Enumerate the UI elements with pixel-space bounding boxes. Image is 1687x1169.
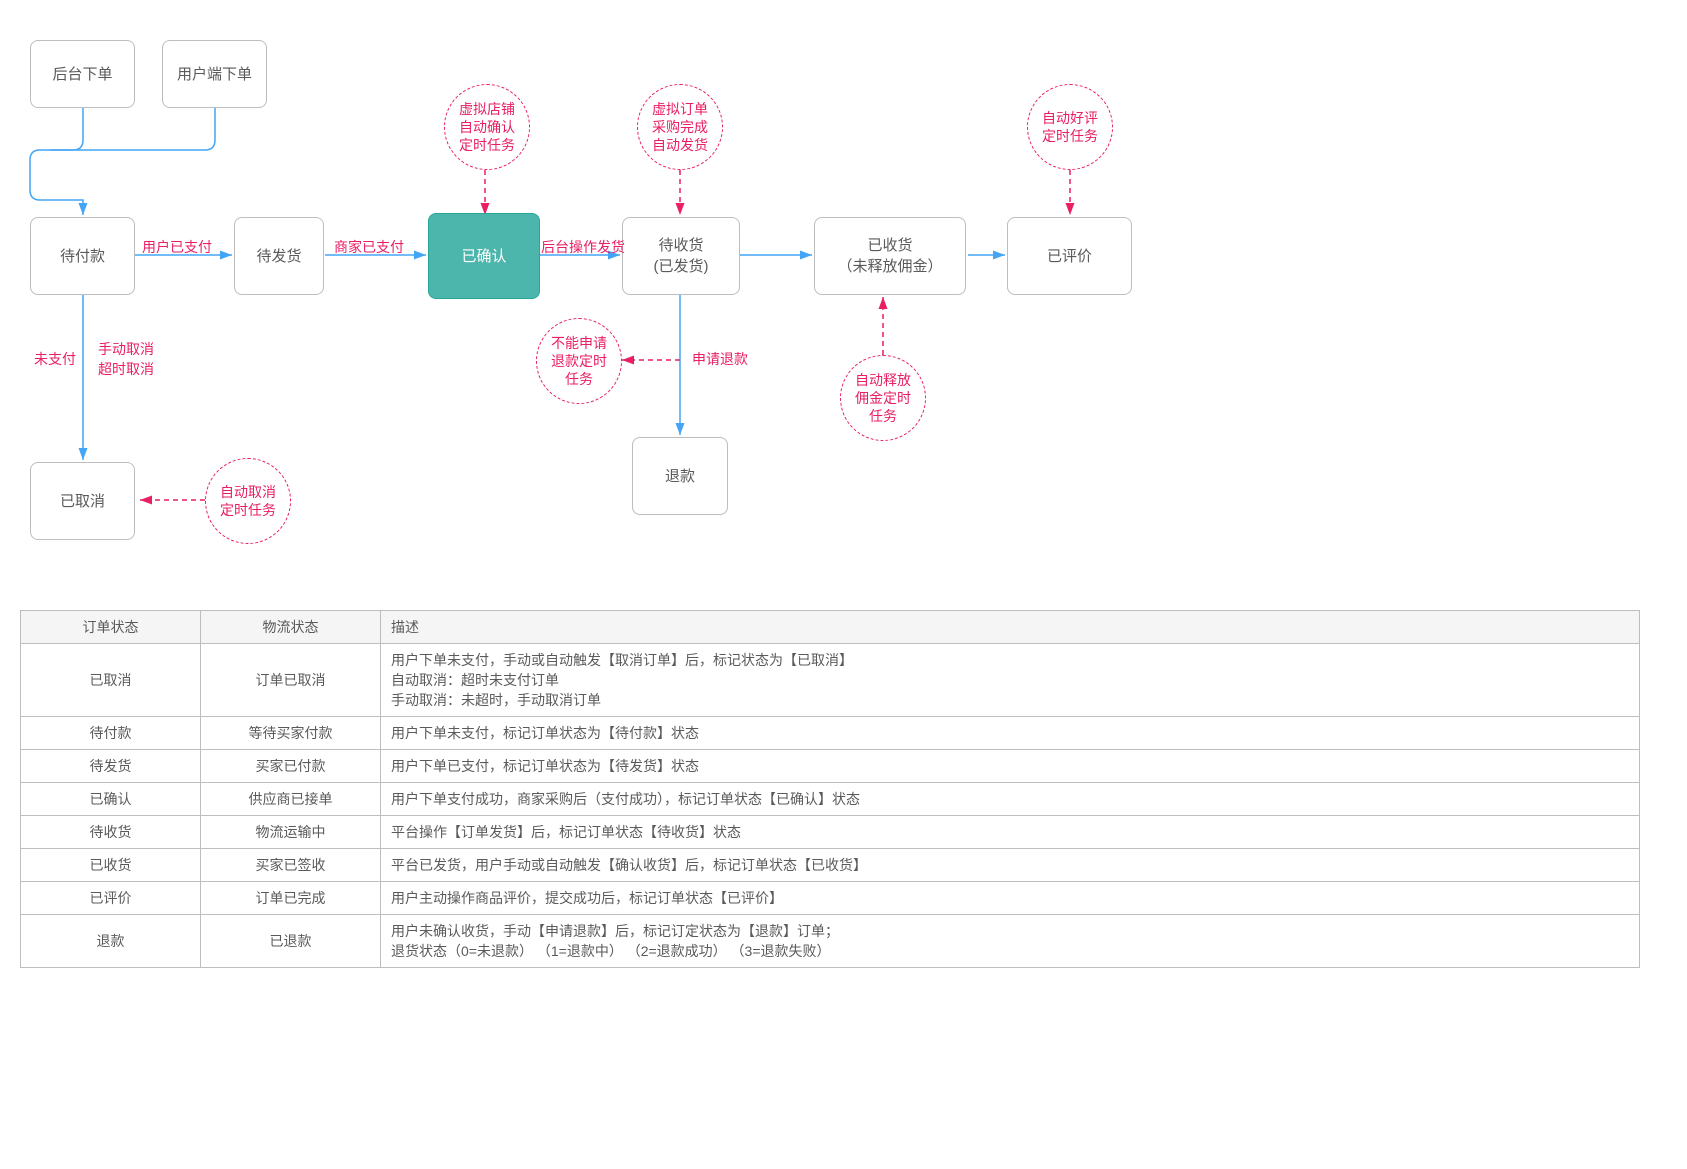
flowchart-canvas: 后台下单 用户端下单 待付款 待发货 已确认 待收货 (已发货) 已收货 （未释… [20, 20, 1670, 580]
edge-merchant-paid: 商家已支付 [334, 238, 404, 258]
cell-logistics-status: 已退款 [201, 915, 381, 968]
cell-description: 用户下单未支付，标记订单状态为【待付款】状态 [381, 717, 1640, 750]
label: 自动释放 佣金定时 任务 [855, 371, 911, 426]
node-reviewed: 已评价 [1007, 217, 1132, 295]
node-confirmed: 已确认 [428, 213, 540, 299]
label: 不能申请 退款定时 任务 [551, 334, 607, 389]
cell-description: 用户下单支付成功，商家采购后（支付成功），标记订单状态【已确认】状态 [381, 783, 1640, 816]
cell-order-status: 已取消 [21, 644, 201, 717]
cell-order-status: 待付款 [21, 717, 201, 750]
node-backend-order: 后台下单 [30, 40, 135, 108]
label: 用户端下单 [177, 64, 252, 85]
cell-logistics-status: 买家已付款 [201, 750, 381, 783]
bubble-virtual-shop-confirm: 虚拟店铺 自动确认 定时任务 [444, 84, 530, 170]
bubble-cannot-refund: 不能申请 退款定时 任务 [536, 318, 622, 404]
label: 待发货 [256, 246, 301, 267]
cell-description: 用户主动操作商品评价，提交成功后，标记订单状态【已评价】 [381, 882, 1640, 915]
edge-backend-ship: 后台操作发货 [541, 238, 625, 258]
bubble-auto-cancel: 自动取消 定时任务 [205, 458, 291, 544]
table-row: 已取消订单已取消用户下单未支付，手动或自动触发【取消订单】后，标记状态为【已取消… [21, 644, 1640, 717]
cell-logistics-status: 订单已取消 [201, 644, 381, 717]
cell-description: 平台操作【订单发货】后，标记订单状态【待收货】状态 [381, 816, 1640, 849]
cell-order-status: 待发货 [21, 750, 201, 783]
edge-user-paid: 用户已支付 [142, 238, 212, 258]
label: 后台下单 [52, 64, 112, 85]
label: 虚拟店铺 自动确认 定时任务 [459, 100, 515, 155]
cell-logistics-status: 订单已完成 [201, 882, 381, 915]
node-client-order: 用户端下单 [162, 40, 267, 108]
edge-apply-refund: 申请退款 [692, 350, 748, 370]
label: 虚拟订单 采购完成 自动发货 [652, 100, 708, 155]
cell-order-status: 已确认 [21, 783, 201, 816]
bubble-auto-review: 自动好评 定时任务 [1027, 84, 1113, 170]
th-description: 描述 [381, 611, 1640, 644]
label: 已确认 [461, 246, 506, 267]
table-row: 退款已退款用户未确认收货，手动【申请退款】后，标记订定状态为【退款】订单； 退货… [21, 915, 1640, 968]
table-row: 待发货买家已付款用户下单已支付，标记订单状态为【待发货】状态 [21, 750, 1640, 783]
table-row: 已评价订单已完成用户主动操作商品评价，提交成功后，标记订单状态【已评价】 [21, 882, 1640, 915]
node-refund: 退款 [632, 437, 728, 515]
cell-logistics-status: 等待买家付款 [201, 717, 381, 750]
node-pending-pay: 待付款 [30, 217, 135, 295]
node-received: 已收货 （未释放佣金） [814, 217, 966, 295]
status-table: 订单状态 物流状态 描述 已取消订单已取消用户下单未支付，手动或自动触发【取消订… [20, 610, 1640, 968]
label: 已评价 [1047, 246, 1092, 267]
cell-order-status: 退款 [21, 915, 201, 968]
label: 待收货 (已发货) [654, 235, 709, 277]
label: 退款 [665, 466, 695, 487]
table-row: 待收货物流运输中平台操作【订单发货】后，标记订单状态【待收货】状态 [21, 816, 1640, 849]
label: 自动好评 定时任务 [1042, 109, 1098, 145]
cell-order-status: 已收货 [21, 849, 201, 882]
node-pending-receive: 待收货 (已发货) [622, 217, 740, 295]
label: 已收货 （未释放佣金） [837, 235, 942, 277]
edge-unpaid: 未支付 [34, 350, 76, 370]
label: 自动取消 定时任务 [220, 483, 276, 519]
cell-order-status: 待收货 [21, 816, 201, 849]
table-row: 已收货买家已签收平台已发货，用户手动或自动触发【确认收货】后，标记订单状态【已收… [21, 849, 1640, 882]
node-pending-ship: 待发货 [234, 217, 324, 295]
cell-logistics-status: 供应商已接单 [201, 783, 381, 816]
table-row: 已确认供应商已接单用户下单支付成功，商家采购后（支付成功），标记订单状态【已确认… [21, 783, 1640, 816]
cell-description: 用户下单未支付，手动或自动触发【取消订单】后，标记状态为【已取消】 自动取消：超… [381, 644, 1640, 717]
cell-order-status: 已评价 [21, 882, 201, 915]
cell-logistics-status: 买家已签收 [201, 849, 381, 882]
cell-description: 平台已发货，用户手动或自动触发【确认收货】后，标记订单状态【已收货】 [381, 849, 1640, 882]
bubble-virtual-order-ship: 虚拟订单 采购完成 自动发货 [637, 84, 723, 170]
label: 待付款 [60, 246, 105, 267]
node-cancelled: 已取消 [30, 462, 135, 540]
table-row: 待付款等待买家付款用户下单未支付，标记订单状态为【待付款】状态 [21, 717, 1640, 750]
cell-description: 用户未确认收货，手动【申请退款】后，标记订定状态为【退款】订单； 退货状态（0=… [381, 915, 1640, 968]
table-header-row: 订单状态 物流状态 描述 [21, 611, 1640, 644]
label: 已取消 [60, 491, 105, 512]
th-order-status: 订单状态 [21, 611, 201, 644]
edge-cancel-reasons: 手动取消 超时取消 [98, 340, 154, 379]
bubble-release-commission: 自动释放 佣金定时 任务 [840, 355, 926, 441]
th-logistics-status: 物流状态 [201, 611, 381, 644]
cell-description: 用户下单已支付，标记订单状态为【待发货】状态 [381, 750, 1640, 783]
cell-logistics-status: 物流运输中 [201, 816, 381, 849]
